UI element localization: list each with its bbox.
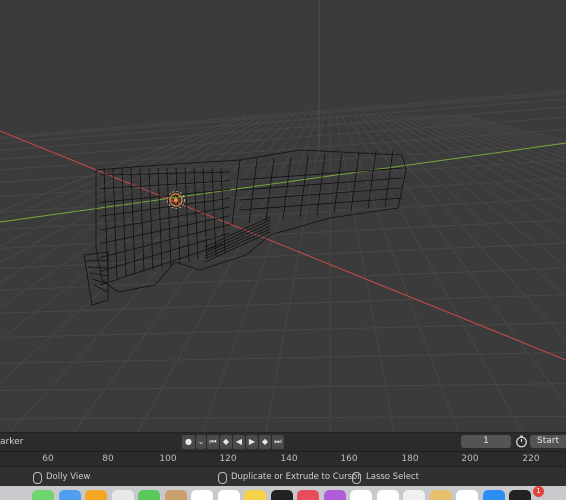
grid-line (0, 93, 566, 140)
frame-tick-label: 180 (401, 454, 419, 464)
record-dot-icon[interactable]: ● (182, 435, 195, 449)
mouse-icon (33, 472, 42, 484)
stopwatch-icon[interactable] (515, 435, 528, 448)
dock-app-icon[interactable] (270, 490, 293, 500)
marker-menu[interactable]: arker (0, 433, 23, 451)
dock-app-icon[interactable] (297, 490, 319, 500)
frame-tick-label: 60 (42, 454, 54, 464)
frame-tick-label: 200 (461, 454, 479, 464)
grid-line (0, 114, 265, 247)
frame-ruler[interactable]: 60 80 100 120 140 160 180 200 220 (0, 451, 566, 466)
keyframe-next-icon[interactable]: ◆ (259, 435, 271, 449)
grid-line (0, 322, 566, 339)
mesh-edge (174, 261, 201, 271)
dock-app-icon[interactable] (138, 490, 160, 500)
status-bar: Dolly View Duplicate or Extrude to Curso… (0, 466, 566, 487)
mesh-edge (85, 259, 109, 262)
dock-app-icon[interactable] (85, 490, 107, 500)
mesh-edge (91, 299, 109, 306)
dock-app-icon[interactable] (509, 490, 531, 500)
jump-end-icon[interactable]: ⏭ (272, 435, 284, 449)
mesh-edge (130, 167, 136, 275)
mesh-edge (117, 284, 156, 293)
dock-app-icon[interactable] (403, 490, 425, 500)
mouse-icon (218, 472, 227, 484)
dock-app-icon[interactable] (376, 490, 399, 500)
frame-tick-label: 80 (102, 454, 114, 464)
3d-viewport[interactable] (0, 0, 566, 432)
macos-dock (0, 486, 566, 500)
mesh-edge (316, 154, 326, 216)
mesh-edge (401, 154, 407, 171)
status-dolly-view: Dolly View (46, 472, 91, 482)
current-frame-field[interactable]: 1 (461, 435, 511, 448)
grid-line (335, 114, 395, 432)
mesh-edge (83, 254, 93, 306)
start-frame-field[interactable]: Start (530, 435, 566, 448)
dock-app-icon[interactable] (111, 490, 134, 500)
mouse-icon (352, 472, 361, 484)
jump-start-icon[interactable]: ⏮ (207, 435, 219, 449)
grid-line (0, 242, 566, 269)
grid-line (0, 197, 566, 230)
mesh-edge (87, 266, 109, 269)
grid-line (0, 106, 566, 151)
status-lasso-select: Lasso Select (366, 472, 419, 482)
grid-line (0, 267, 566, 291)
dock-app-icon[interactable] (350, 490, 372, 500)
mesh-edge (193, 167, 199, 261)
frame-tick-label: 120 (219, 454, 237, 464)
dock-app-icon[interactable] (164, 490, 187, 500)
dock-app-icon[interactable] (58, 490, 81, 500)
mesh-edge (139, 167, 145, 273)
mesh-edge (95, 164, 161, 171)
dock-app-icon[interactable] (217, 490, 240, 500)
grid-line (0, 383, 566, 391)
play-icon[interactable]: ▶ (246, 435, 258, 449)
grid-line (0, 114, 295, 384)
mesh-edge (397, 169, 407, 209)
dock-app-icon[interactable] (429, 490, 452, 500)
dock-app-icon[interactable] (191, 490, 213, 500)
frame-tick-label: 220 (522, 454, 540, 464)
grid-line (0, 114, 247, 212)
grid-line (341, 114, 459, 432)
mesh-edge (89, 272, 109, 277)
dock-app-icon[interactable] (32, 490, 54, 500)
playback-controls: ● ⌄ ⏮ ◆ ◀ ▶ ◆ ⏭ (182, 435, 284, 449)
frame-tick-label: 100 (159, 454, 177, 464)
dock-app-icon[interactable] (244, 490, 266, 500)
frame-tick-label: 160 (340, 454, 358, 464)
mesh-edge (239, 187, 403, 201)
dock-app-icon[interactable] (482, 490, 505, 500)
status-duplicate-extrude: Duplicate or Extrude to Cursor (231, 472, 361, 482)
mesh-edge (299, 149, 403, 156)
mesh-edge (157, 167, 163, 269)
keyframe-prev-icon[interactable]: ◆ (220, 435, 232, 449)
grid-line (0, 114, 289, 341)
grid-line (201, 114, 319, 432)
dock-app-icon[interactable] (323, 490, 346, 500)
chevron-down-icon[interactable]: ⌄ (196, 435, 206, 449)
mesh-edge (83, 251, 109, 256)
mesh-edge (91, 278, 109, 285)
grid-line (0, 219, 566, 249)
notification-badge: 1 (533, 486, 544, 497)
dock-app-icon[interactable] (456, 490, 478, 500)
mesh-edge (148, 167, 154, 271)
grid-line (0, 294, 566, 314)
frame-tick-label: 140 (280, 454, 298, 464)
grid-line (0, 90, 566, 138)
timeline-header: arker ● ⌄ ⏮ ◆ ◀ ▶ ◆ ⏭ 1 Start (0, 432, 566, 451)
play-reverse-icon[interactable]: ◀ (233, 435, 245, 449)
viewport-scene (0, 0, 566, 432)
mesh-edge (239, 167, 403, 181)
